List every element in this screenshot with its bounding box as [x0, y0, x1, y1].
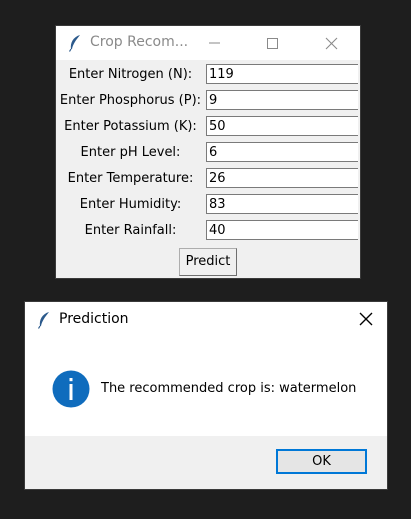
temperature-input[interactable]: 26: [206, 168, 358, 188]
humidity-input[interactable]: 83: [206, 194, 358, 214]
dialog-title-bar[interactable]: Prediction: [25, 302, 387, 338]
prediction-dialog: Prediction The recommended crop is: wate…: [25, 302, 387, 489]
prediction-message: The recommended crop is: watermelon: [101, 381, 357, 396]
title-bar[interactable]: Crop Recom...: [56, 26, 360, 60]
field-row-potassium: Enter Potassium (K): 50: [56, 114, 360, 140]
rainfall-label: Enter Rainfall:: [84, 223, 177, 238]
ok-button[interactable]: OK: [276, 449, 367, 474]
field-row-phosphorus: Enter Phosphorus (P): 9: [56, 88, 360, 114]
potassium-input[interactable]: 50: [206, 116, 358, 136]
maximize-icon[interactable]: [259, 30, 285, 56]
minimize-icon[interactable]: [201, 30, 227, 56]
close-icon[interactable]: [357, 310, 375, 328]
dialog-title: Prediction: [59, 311, 129, 327]
nitrogen-input[interactable]: 119: [206, 64, 358, 84]
humidity-label: Enter Humidity:: [79, 197, 182, 212]
nitrogen-label: Enter Nitrogen (N):: [68, 67, 193, 82]
window-title: Crop Recom...: [90, 34, 189, 50]
feather-icon: [68, 35, 80, 52]
field-row-ph: Enter pH Level: 6: [56, 140, 360, 166]
predict-button[interactable]: Predict: [179, 248, 237, 276]
phosphorus-label: Enter Phosphorus (P):: [59, 93, 202, 108]
crop-recommendation-window: Crop Recom... Enter Nitrogen (N): 119 En…: [56, 26, 360, 278]
info-icon: [52, 370, 90, 408]
field-row-nitrogen: Enter Nitrogen (N): 119: [56, 62, 360, 88]
field-row-rainfall: Enter Rainfall: 40: [56, 218, 360, 244]
potassium-label: Enter Potassium (K):: [64, 119, 197, 134]
field-row-temperature: Enter Temperature: 26: [56, 166, 360, 192]
close-icon[interactable]: [318, 30, 344, 56]
ph-input[interactable]: 6: [206, 142, 358, 162]
field-row-humidity: Enter Humidity: 83: [56, 192, 360, 218]
feather-icon: [37, 312, 49, 329]
dialog-footer: OK: [25, 436, 387, 489]
rainfall-input[interactable]: 40: [206, 220, 358, 240]
ph-label: Enter pH Level:: [80, 145, 181, 160]
temperature-label: Enter Temperature:: [67, 171, 194, 186]
phosphorus-input[interactable]: 9: [206, 90, 358, 110]
